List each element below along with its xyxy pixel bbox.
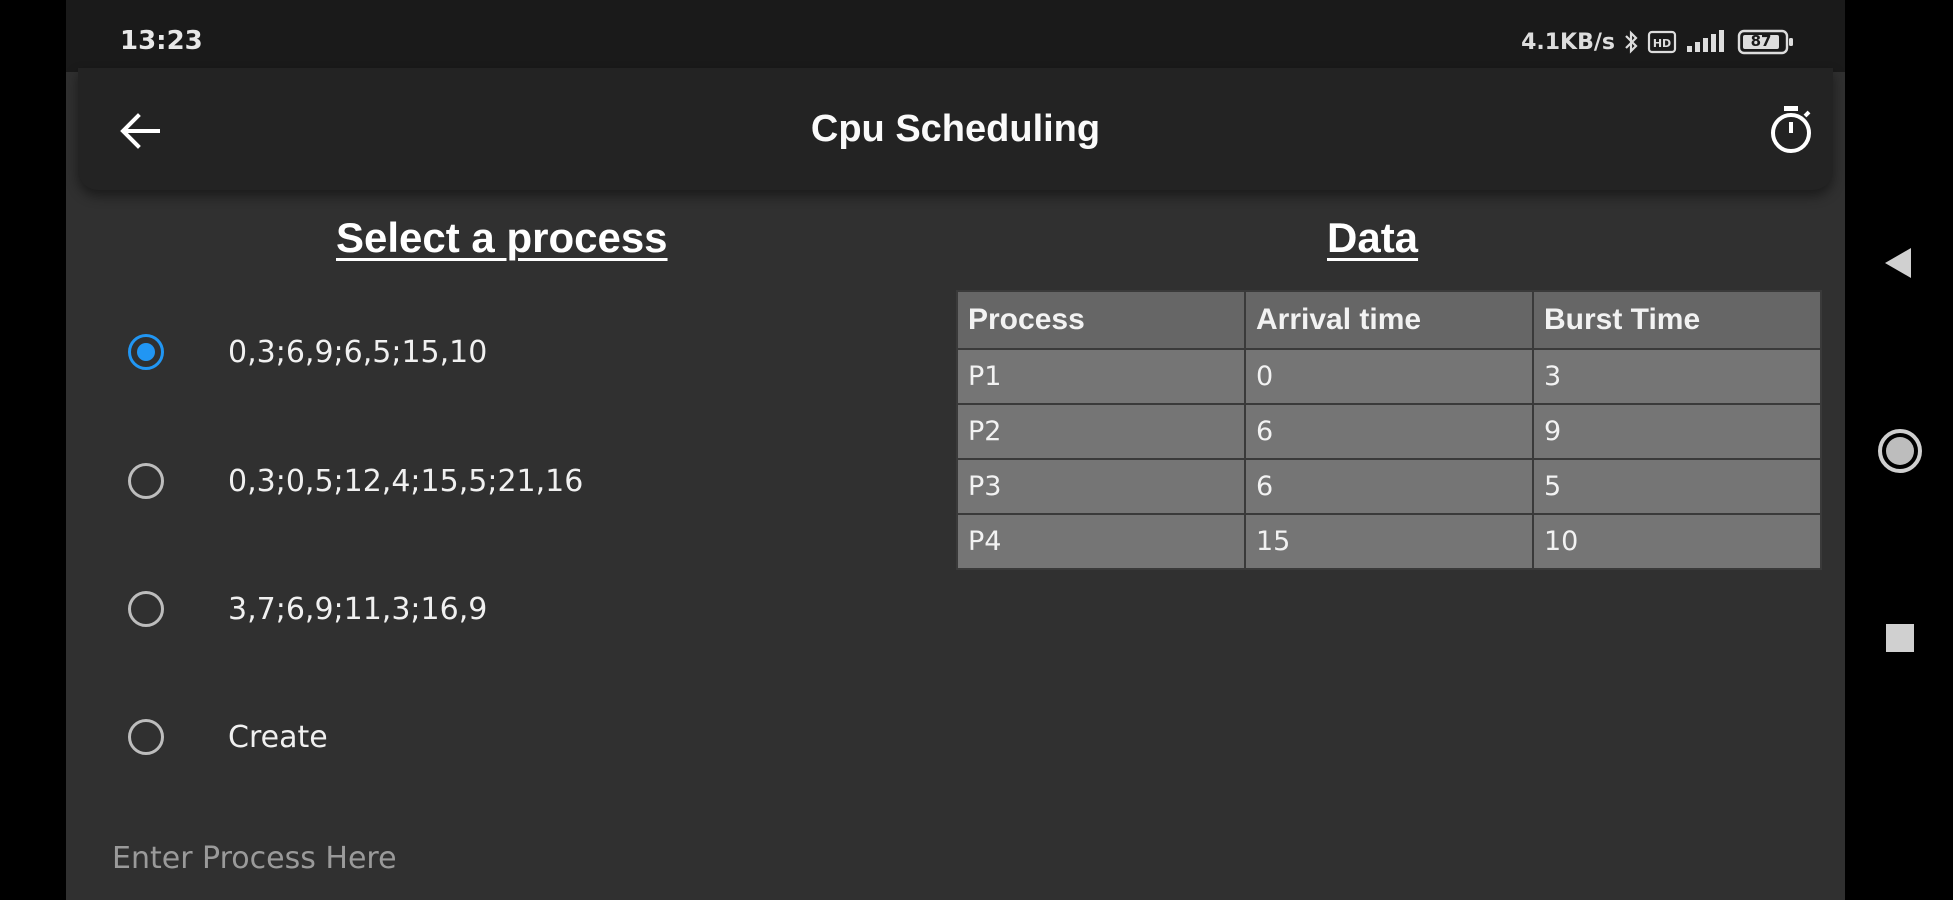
nav-back-button[interactable] <box>1845 218 1953 308</box>
table-header-row: Process Arrival time Burst Time <box>956 290 1822 350</box>
page-title: Cpu Scheduling <box>810 108 1101 150</box>
column-header: Arrival time <box>1244 290 1534 350</box>
radio-button[interactable] <box>128 591 164 627</box>
table-cell: P1 <box>956 348 1246 405</box>
table-cell: 9 <box>1532 403 1822 460</box>
nav-recents-button[interactable] <box>1845 594 1953 684</box>
system-nav-bar <box>1845 0 1953 900</box>
column-header: Burst Time <box>1532 290 1822 350</box>
table-row: P1 0 3 <box>956 348 1822 405</box>
radio-option-label: 0,3;6,9;6,5;15,10 <box>228 334 488 370</box>
status-time: 13:23 <box>120 26 203 56</box>
table-cell: 6 <box>1244 403 1534 460</box>
signal-icon <box>1685 29 1729 55</box>
recents-square-icon <box>1886 624 1914 652</box>
stopwatch-icon <box>1771 106 1811 153</box>
back-triangle-icon <box>1885 248 1911 278</box>
select-process-title: Select a process <box>336 214 668 261</box>
radio-option-2[interactable]: 0,3;0,5;12,4;15,5;21,16 <box>126 441 583 521</box>
process-input[interactable] <box>110 832 734 884</box>
battery-icon: 87 <box>1737 28 1795 56</box>
radio-option-label: 0,3;0,5;12,4;15,5;21,16 <box>228 463 584 499</box>
table-row: P2 6 9 <box>956 403 1822 460</box>
network-speed: 4.1KB/s <box>1521 29 1615 55</box>
nav-home-button[interactable] <box>1845 406 1953 496</box>
table-cell: 0 <box>1244 348 1534 405</box>
table-cell: 10 <box>1532 513 1822 570</box>
radio-option-3[interactable]: 3,7;6,9;11,3;16,9 <box>126 569 487 649</box>
radio-button[interactable] <box>128 719 164 755</box>
data-title: Data <box>1327 214 1419 261</box>
radio-option-1[interactable]: 0,3;6,9;6,5;15,10 <box>126 312 487 392</box>
status-bar: 13:23 4.1KB/s HD 87 <box>66 0 1845 72</box>
radio-option-label: 3,7;6,9;11,3;16,9 <box>228 591 488 627</box>
radio-option-label: Create <box>228 719 328 755</box>
battery-level: 87 <box>1750 32 1772 50</box>
table-cell: 6 <box>1244 458 1534 515</box>
hd-icon: HD <box>1647 29 1677 55</box>
bluetooth-icon <box>1623 29 1639 55</box>
status-icons: 4.1KB/s HD 87 <box>1521 24 1795 60</box>
radio-option-create[interactable]: Create <box>126 697 328 777</box>
radio-button-selected[interactable] <box>128 334 164 370</box>
timer-button[interactable] <box>1767 104 1815 156</box>
table-row: P3 6 5 <box>956 458 1822 515</box>
app-screen: 13:23 4.1KB/s HD 87 Cpu Scheduling Selec… <box>66 0 1845 900</box>
radio-button[interactable] <box>128 463 164 499</box>
table-cell: P3 <box>956 458 1246 515</box>
svg-text:HD: HD <box>1653 37 1671 50</box>
table-cell: 5 <box>1532 458 1822 515</box>
table-cell: 15 <box>1244 513 1534 570</box>
home-circle-icon <box>1878 429 1922 473</box>
table-cell: P2 <box>956 403 1246 460</box>
table-cell: 3 <box>1532 348 1822 405</box>
column-header: Process <box>956 290 1246 350</box>
process-data-table: Process Arrival time Burst Time P1 0 3 P… <box>956 290 1822 570</box>
table-row: P4 15 10 <box>956 513 1822 570</box>
app-bar: Cpu Scheduling <box>78 68 1833 190</box>
table-cell: P4 <box>956 513 1246 570</box>
